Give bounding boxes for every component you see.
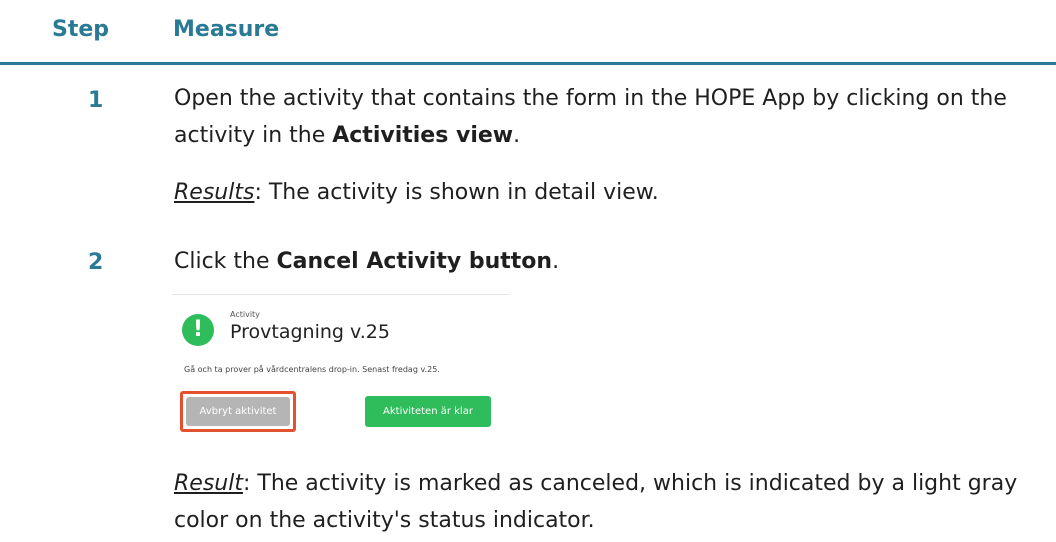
instruction-bold: Activities view xyxy=(332,123,514,148)
instruction-text: Open the activity that contains the form… xyxy=(174,86,1007,148)
table-header: Step Measure xyxy=(0,0,1056,65)
activity-done-button[interactable]: Aktiviteten är klar xyxy=(365,396,491,427)
exclamation-icon: ! xyxy=(182,314,214,346)
step-result: Result: The activity is marked as cancel… xyxy=(174,465,1024,539)
step-instruction: Click the Cancel Activity button. xyxy=(174,243,1024,280)
result-text: : The activity is marked as canceled, wh… xyxy=(174,471,1018,533)
step-number: 1 xyxy=(88,88,104,113)
instruction-punct: . xyxy=(513,123,521,148)
instruction-punct: . xyxy=(552,249,560,274)
activity-label: Activity xyxy=(230,310,260,319)
step-instruction: Open the activity that contains the form… xyxy=(174,80,1024,154)
step-number: 2 xyxy=(88,250,104,275)
instruction-bold: Cancel Activity button xyxy=(276,249,553,274)
cancel-activity-button[interactable]: Avbryt aktivitet xyxy=(186,397,290,426)
activity-description: Gå och ta prover på vårdcentralens drop-… xyxy=(184,365,440,374)
header-step: Step xyxy=(52,17,110,42)
activity-title: Provtagning v.25 xyxy=(230,321,390,343)
step-result: Results: The activity is shown in detail… xyxy=(174,174,1024,211)
result-label: Results xyxy=(174,180,255,205)
header-measure: Measure xyxy=(173,17,280,42)
result-label: Result xyxy=(174,471,243,496)
divider xyxy=(172,294,510,295)
instruction-text: Click the xyxy=(174,249,277,274)
app-screenshot: ! Activity Provtagning v.25 Gå och ta pr… xyxy=(172,294,510,442)
result-text: : The activity is shown in detail view. xyxy=(254,180,659,205)
